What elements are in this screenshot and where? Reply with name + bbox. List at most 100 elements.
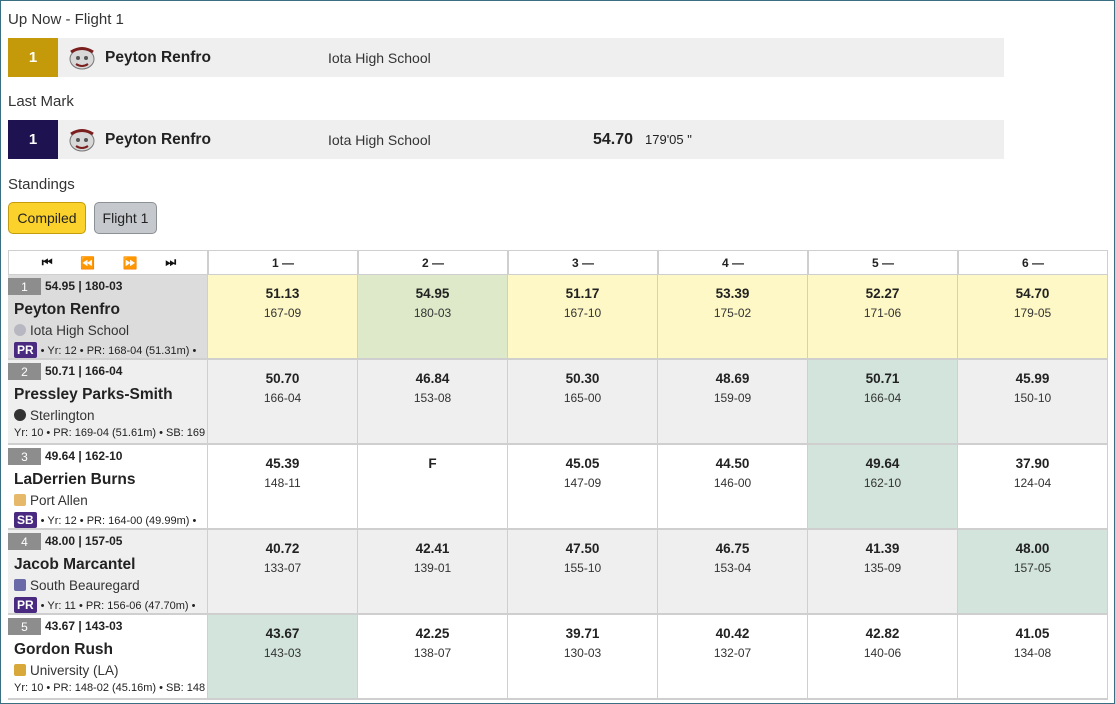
meta-text: • Yr: 11 • PR: 156-06 (47.70m) • [40, 600, 196, 612]
mark-cell[interactable]: 41.39 135-09 [808, 530, 958, 615]
mark-imperial: 140-06 [863, 646, 902, 660]
school-logo-icon [14, 324, 26, 336]
mark-cell[interactable]: 46.75 153-04 [658, 530, 808, 615]
athlete-cell[interactable]: 2 50.71 | 166-04 Pressley Parks-Smith St… [8, 360, 208, 445]
next-page-icon[interactable]: ⏩ [123, 256, 138, 270]
mark-imperial: 180-03 [413, 306, 452, 320]
mark-cell[interactable]: F [358, 445, 508, 530]
previous-page-icon[interactable]: ⏪ [80, 256, 95, 270]
mark-cell[interactable]: 44.50 146-00 [658, 445, 808, 530]
mark-cell[interactable]: 46.84 153-08 [358, 360, 508, 445]
mark-imperial: 146-00 [713, 476, 752, 490]
mark-cell[interactable]: 37.90 124-04 [958, 445, 1108, 530]
school-name: Iota High School [30, 323, 130, 338]
school-logo-icon [14, 664, 26, 676]
mark-imperial: 147-09 [563, 476, 602, 490]
mark-cell[interactable]: 45.39 148-11 [208, 445, 358, 530]
table-row[interactable]: 1 54.95 | 180-03 Peyton Renfro Iota High… [8, 275, 1108, 360]
mark-cell[interactable]: 53.39 175-02 [658, 275, 808, 360]
mark-imperial: 150-10 [1013, 391, 1052, 405]
mark-cell[interactable]: 45.05 147-09 [508, 445, 658, 530]
attempt-header-2[interactable]: 2 — [358, 250, 508, 275]
table-row[interactable]: 2 50.71 | 166-04 Pressley Parks-Smith St… [8, 360, 1108, 445]
mark-imperial: 179-05 [1013, 306, 1052, 320]
meta-text: • Yr: 12 • PR: 164-00 (49.99m) • [40, 515, 197, 527]
school-name: University (LA) [30, 663, 119, 678]
mark-metric: 50.71 [865, 371, 900, 386]
athlete-name: Jacob Marcantel [14, 556, 136, 573]
athlete-cell[interactable]: 3 49.64 | 162-10 LaDerrien Burns Port Al… [8, 445, 208, 530]
attempt-header-1[interactable]: 1 — [208, 250, 358, 275]
mark-metric: 54.70 [1015, 286, 1050, 301]
last-mark-position: 1 [8, 120, 58, 159]
mark-metric: 45.05 [565, 456, 600, 471]
mark-cell[interactable]: 51.17 167-10 [508, 275, 658, 360]
athlete-school: University (LA) [14, 663, 119, 678]
athlete-meta: PR • Yr: 12 • PR: 168-04 (51.31m) • [14, 342, 196, 358]
mark-cell[interactable]: 42.41 139-01 [358, 530, 508, 615]
attempt-header-5[interactable]: 5 — [808, 250, 958, 275]
mark-cell[interactable]: 41.05 134-08 [958, 615, 1108, 700]
last-mark-athlete-bar[interactable]: 1 Peyton Renfro Iota High School 54.70 1… [8, 120, 1004, 159]
mark-imperial: 130-03 [563, 646, 602, 660]
mark-metric: 48.69 [715, 371, 750, 386]
athlete-school: Port Allen [14, 493, 88, 508]
mark-cell[interactable]: 42.25 138-07 [358, 615, 508, 700]
compiled-button[interactable]: Compiled [8, 202, 86, 234]
standings-heading: Standings [8, 176, 75, 193]
school-logo-icon [14, 579, 26, 591]
mark-imperial: 139-01 [413, 561, 452, 575]
mark-imperial: 138-07 [413, 646, 452, 660]
athlete-name: Peyton Renfro [14, 301, 120, 318]
mark-cell[interactable]: 48.69 159-09 [658, 360, 808, 445]
mark-metric: 39.71 [565, 626, 600, 641]
athlete-cell[interactable]: 1 54.95 | 180-03 Peyton Renfro Iota High… [8, 275, 208, 360]
table-row[interactable]: 5 43.67 | 143-03 Gordon Rush University … [8, 615, 1108, 700]
athlete-meta: Yr: 10 • PR: 148-02 (45.16m) • SB: 148 [14, 682, 205, 694]
mark-cell[interactable]: 50.71 166-04 [808, 360, 958, 445]
mark-cell[interactable]: 54.95 180-03 [358, 275, 508, 360]
athlete-cell[interactable]: 5 43.67 | 143-03 Gordon Rush University … [8, 615, 208, 700]
mark-metric: 42.82 [865, 626, 900, 641]
flight-1-button[interactable]: Flight 1 [94, 202, 157, 234]
bulldog-school-logo-icon [69, 129, 95, 152]
mark-metric: 47.50 [565, 541, 600, 556]
mark-cell[interactable]: 40.72 133-07 [208, 530, 358, 615]
attempt-header-4[interactable]: 4 — [658, 250, 808, 275]
attempt-header-6[interactable]: 6 — [958, 250, 1108, 275]
place-badge: 4 [8, 533, 41, 550]
best-mark: 48.00 | 157-05 [45, 534, 123, 548]
mark-cell[interactable]: 50.30 165-00 [508, 360, 658, 445]
up-now-athlete-bar[interactable]: 1 Peyton Renfro Iota High School [8, 38, 1004, 77]
mark-cell[interactable]: 50.70 166-04 [208, 360, 358, 445]
school-logo-icon [14, 409, 26, 421]
last-mark-imperial: 179'05 " [645, 132, 692, 147]
mark-imperial: 157-05 [1013, 561, 1052, 575]
table-row[interactable]: 3 49.64 | 162-10 LaDerrien Burns Port Al… [8, 445, 1108, 530]
school-name: Port Allen [30, 493, 88, 508]
first-page-icon[interactable]: ⏮ [42, 255, 53, 270]
table-row[interactable]: 4 48.00 | 157-05 Jacob Marcantel South B… [8, 530, 1108, 615]
mark-cell[interactable]: 54.70 179-05 [958, 275, 1108, 360]
athlete-meta: PR • Yr: 11 • PR: 156-06 (47.70m) • [14, 597, 196, 613]
mark-cell[interactable]: 49.64 162-10 [808, 445, 958, 530]
mark-cell[interactable]: 47.50 155-10 [508, 530, 658, 615]
pr-badge: PR [14, 342, 37, 358]
mark-metric: 52.27 [865, 286, 900, 301]
mark-cell[interactable]: 51.13 167-09 [208, 275, 358, 360]
mark-metric: 44.50 [715, 456, 750, 471]
sb-badge: SB [14, 512, 37, 528]
mark-cell[interactable]: 39.71 130-03 [508, 615, 658, 700]
mark-cell[interactable]: 48.00 157-05 [958, 530, 1108, 615]
mark-cell[interactable]: 45.99 150-10 [958, 360, 1108, 445]
mark-cell[interactable]: 42.82 140-06 [808, 615, 958, 700]
mark-imperial: 148-11 [264, 476, 301, 490]
place-badge: 2 [8, 363, 41, 380]
attempt-header-3[interactable]: 3 — [508, 250, 658, 275]
mark-cell[interactable]: 52.27 171-06 [808, 275, 958, 360]
last-page-icon[interactable]: ⏭ [165, 255, 176, 270]
athlete-cell[interactable]: 4 48.00 | 157-05 Jacob Marcantel South B… [8, 530, 208, 615]
mark-imperial: 166-04 [863, 391, 902, 405]
mark-cell[interactable]: 43.67 143-03 [208, 615, 358, 700]
mark-cell[interactable]: 40.42 132-07 [658, 615, 808, 700]
